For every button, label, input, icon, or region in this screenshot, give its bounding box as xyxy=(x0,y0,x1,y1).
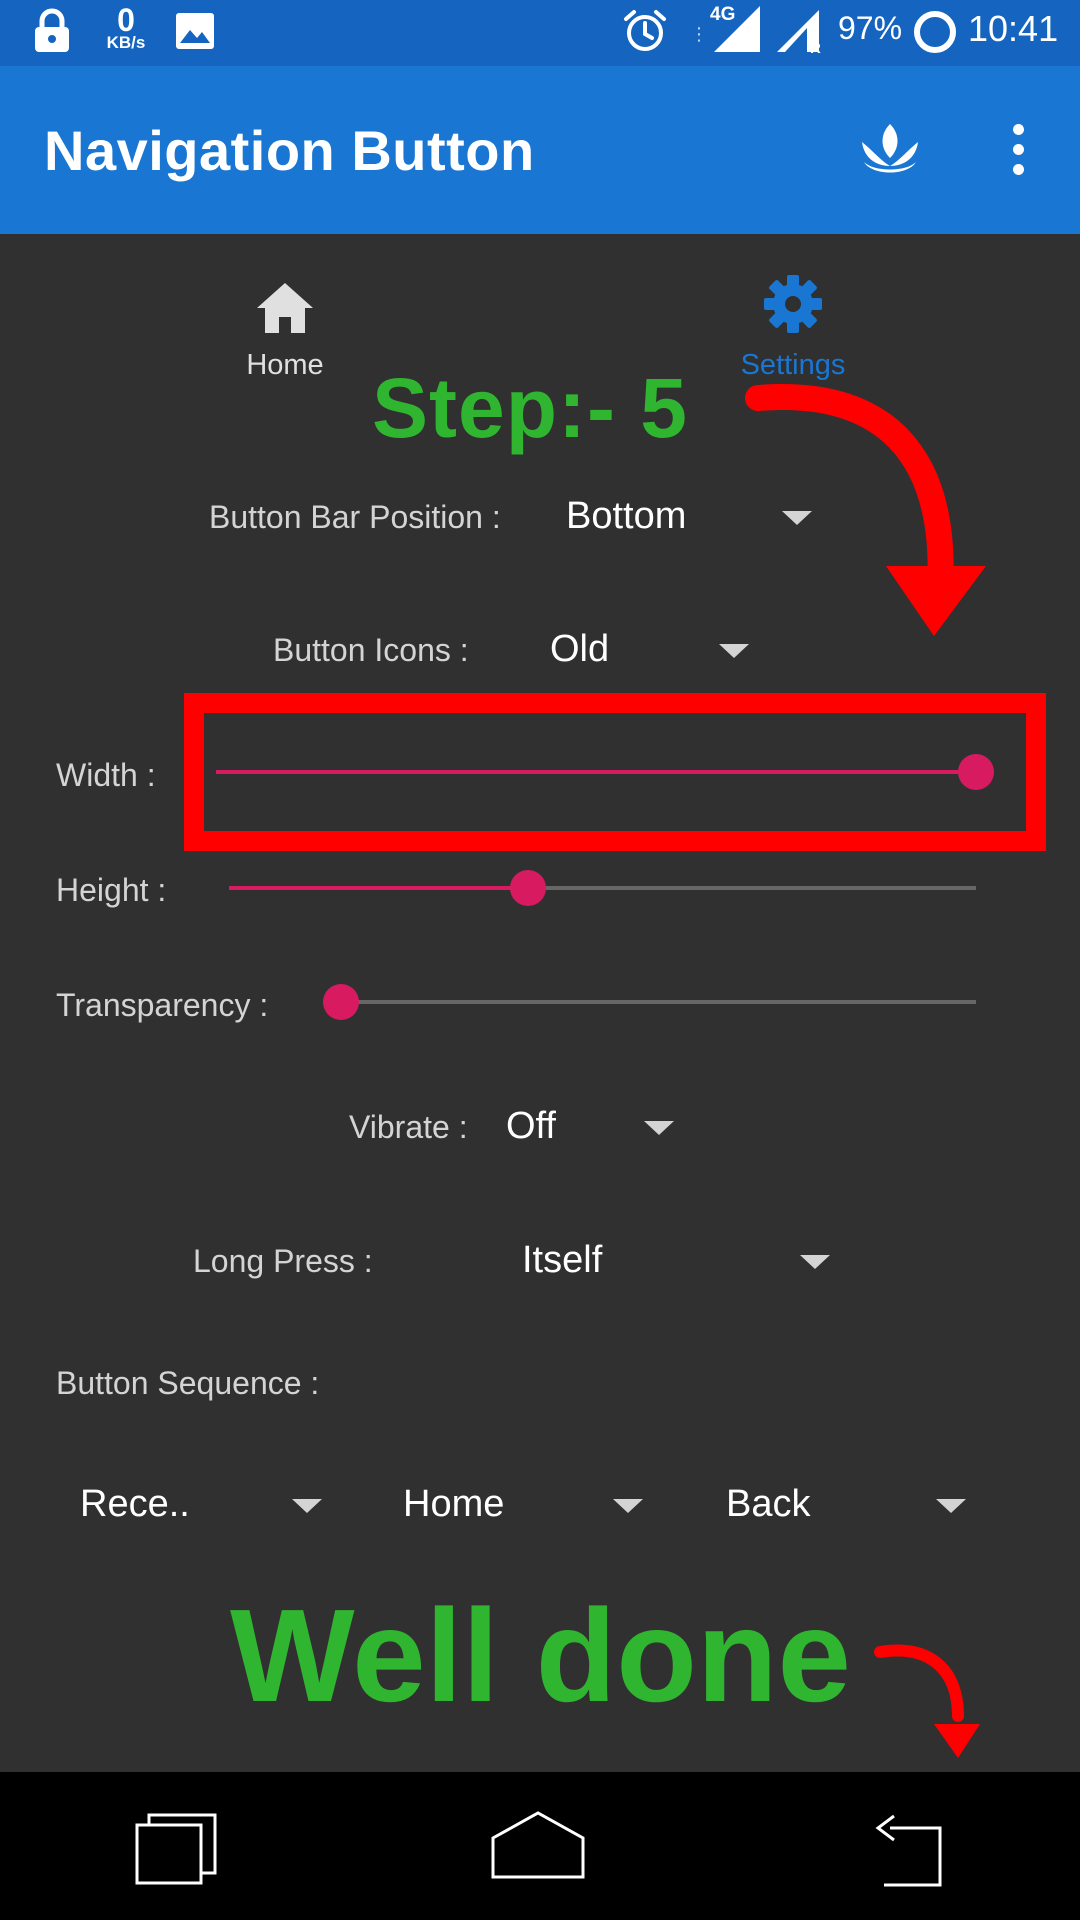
annotation-arrows xyxy=(745,384,986,1758)
system-nav-bar xyxy=(0,1772,1080,1920)
home-nav-icon[interactable] xyxy=(490,1810,586,1885)
done-arrow xyxy=(874,1644,980,1758)
step-arrow xyxy=(745,384,986,636)
recents-icon[interactable] xyxy=(134,1812,220,1891)
back-icon[interactable] xyxy=(864,1808,944,1893)
